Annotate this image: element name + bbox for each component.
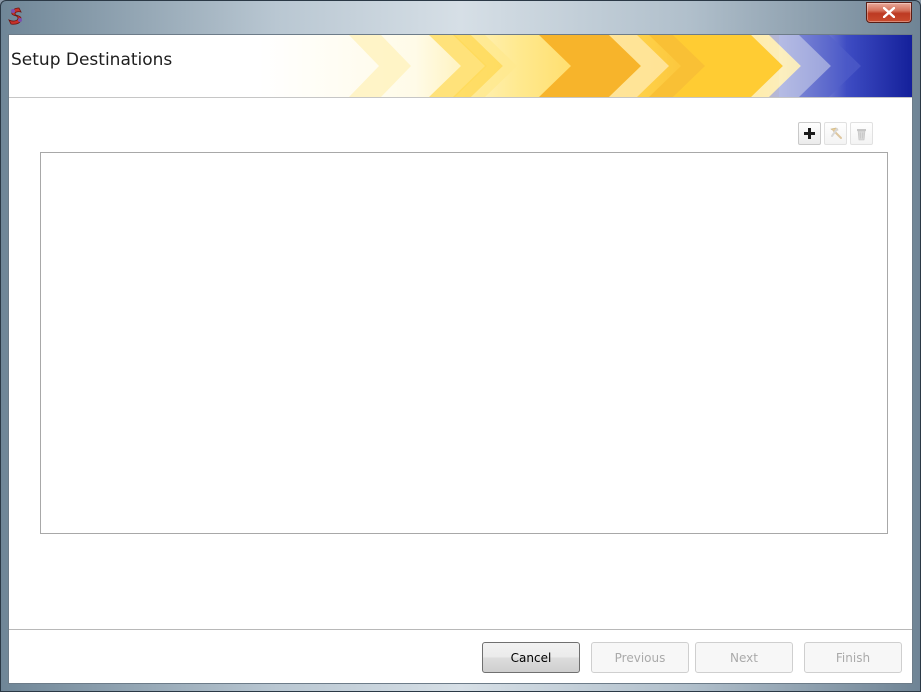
wizard-header: Setup Destinations: [9, 35, 912, 98]
page-title: Setup Destinations: [11, 50, 173, 70]
title-bar[interactable]: [1, 1, 920, 34]
delete-destination-button[interactable]: [850, 122, 873, 145]
hammer-icon: [830, 127, 842, 139]
destination-list[interactable]: [40, 152, 888, 534]
previous-button[interactable]: Previous: [591, 642, 689, 673]
add-destination-button[interactable]: [798, 122, 821, 145]
app-logo-icon: [8, 7, 22, 25]
cancel-button[interactable]: Cancel: [482, 642, 580, 673]
next-button[interactable]: Next: [695, 642, 793, 673]
wizard-footer: Cancel Previous Next Finish: [9, 629, 912, 683]
wizard-client-area: Setup Destinations Cancel Previous Next …: [8, 34, 913, 684]
destination-toolbar: [798, 122, 873, 148]
wizard-window: Setup Destinations Cancel Previous Next …: [0, 0, 921, 692]
finish-button[interactable]: Finish: [804, 642, 902, 673]
trash-icon: [857, 128, 866, 140]
wizard-body: [9, 98, 912, 629]
plus-icon: [804, 128, 815, 139]
close-button[interactable]: [866, 2, 912, 23]
edit-destination-button[interactable]: [824, 122, 847, 145]
close-icon: [883, 7, 895, 18]
